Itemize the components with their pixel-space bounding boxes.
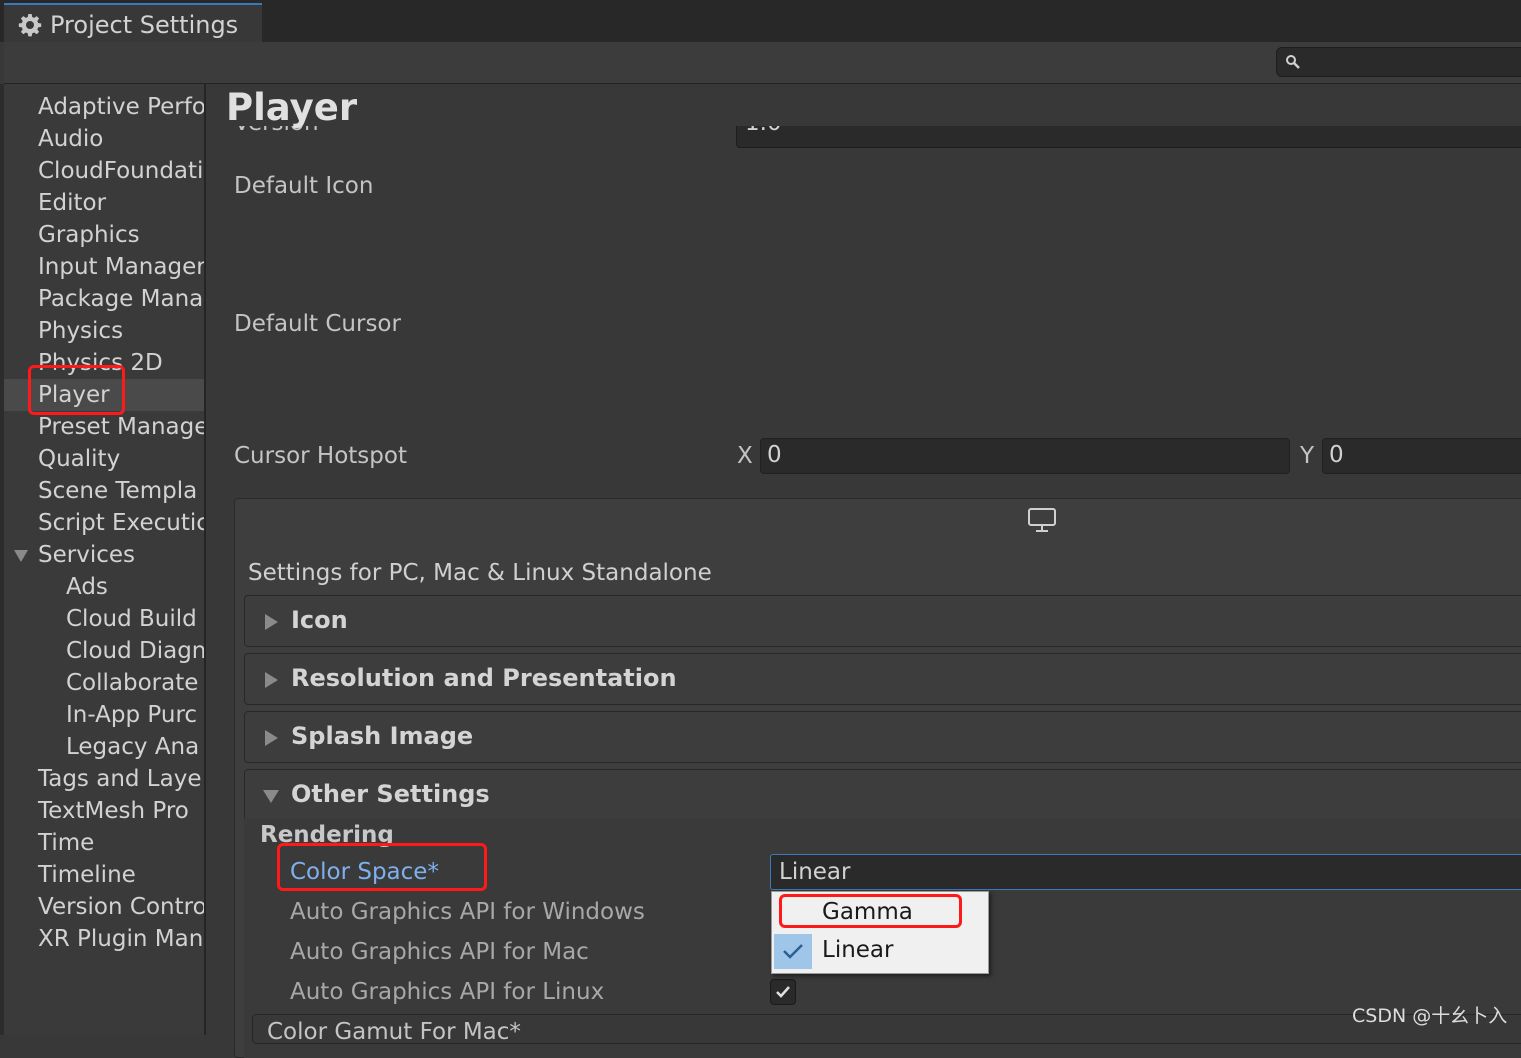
platform-settings-title: Settings for PC, Mac & Linux Standalone — [248, 560, 712, 586]
foldout-resolution-and-presentation[interactable]: Resolution and Presentation — [244, 653, 1521, 705]
sidebar-item-version-control[interactable]: Version Contro — [38, 891, 204, 923]
expand-arrow-icon[interactable] — [14, 550, 28, 562]
sidebar-item-in-app-purchasing[interactable]: In-App Purc — [66, 699, 197, 731]
gear-icon — [18, 14, 42, 37]
collapsed-arrow-icon — [265, 614, 278, 630]
sidebar-item-ads[interactable]: Ads — [66, 571, 108, 603]
auto-graphics-api-mac-label: Auto Graphics API for Mac — [290, 939, 589, 965]
sidebar-item-physics[interactable]: Physics — [38, 315, 123, 347]
sidebar-item-cloud-diagnostics[interactable]: Cloud Diagn — [66, 635, 204, 667]
watermark: CSDN @十幺卜入 — [1352, 1005, 1508, 1027]
sidebar-item-scene-template[interactable]: Scene Templa — [38, 475, 197, 507]
version-field[interactable]: 1.0 — [736, 126, 1521, 148]
auto-graphics-api-windows-label: Auto Graphics API for Windows — [290, 899, 645, 925]
search-icon — [1286, 55, 1300, 69]
sidebar-item-legacy-analytics[interactable]: Legacy Ana — [66, 731, 199, 763]
foldout-icon[interactable]: Icon — [244, 595, 1521, 647]
sidebar-item-quality[interactable]: Quality — [38, 443, 120, 475]
sidebar-item-preset-manager[interactable]: Preset Manage — [38, 411, 204, 443]
sidebar-item-tags-and-layers[interactable]: Tags and Laye — [38, 763, 201, 795]
sidebar-item-package-manager[interactable]: Package Mana — [38, 283, 203, 315]
sidebar-item-graphics[interactable]: Graphics — [38, 219, 140, 251]
collapsed-arrow-icon — [265, 672, 278, 688]
tab-project-settings[interactable]: Project Settings — [4, 3, 262, 42]
search-input[interactable] — [1276, 47, 1521, 77]
auto-graphics-api-linux-checkbox[interactable] — [770, 979, 796, 1005]
expanded-arrow-icon — [263, 790, 279, 803]
tab-title: Project Settings — [50, 11, 239, 39]
collapsed-arrow-icon — [265, 730, 278, 746]
page-title: Player — [226, 86, 358, 129]
color-space-dropdown[interactable]: Linear — [770, 854, 1521, 890]
checkmark-icon — [776, 986, 790, 998]
hotspot-x-label: X — [737, 443, 753, 469]
sidebar-item-audio[interactable]: Audio — [38, 123, 103, 155]
sidebar-item-cloudfoundation[interactable]: CloudFoundati — [38, 155, 203, 187]
version-value: 1.0 — [745, 126, 782, 136]
monitor-icon[interactable] — [1027, 507, 1057, 533]
foldout-label: Icon — [291, 606, 348, 634]
auto-graphics-api-linux-label: Auto Graphics API for Linux — [290, 979, 605, 1005]
sidebar-item-adaptive-performance[interactable]: Adaptive Perfo — [38, 91, 204, 123]
default-icon-label: Default Icon — [234, 173, 374, 199]
sidebar-item-input-manager[interactable]: Input Manager — [38, 251, 204, 283]
highlight-box-gamma — [779, 894, 962, 928]
sidebar-item-editor[interactable]: Editor — [38, 187, 106, 219]
sidebar-item-services[interactable]: Services — [38, 539, 135, 571]
sidebar-item-time[interactable]: Time — [38, 827, 94, 859]
sidebar-item-textmesh-pro[interactable]: TextMesh Pro — [38, 795, 189, 827]
sidebar-item-cloud-build[interactable]: Cloud Build — [66, 603, 197, 635]
highlight-box-player — [28, 365, 125, 415]
sidebar: Adaptive Perfo Audio CloudFoundati Edito… — [4, 84, 204, 1035]
check-highlight — [774, 934, 812, 969]
hotspot-x-field[interactable]: 0 — [760, 438, 1290, 474]
foldout-label: Resolution and Presentation — [291, 664, 677, 692]
foldout-label: Splash Image — [291, 722, 474, 750]
color-gamut-for-mac-list[interactable]: Color Gamut For Mac* — [252, 1014, 1521, 1044]
sidebar-item-collaborate[interactable]: Collaborate — [66, 667, 198, 699]
checkmark-icon — [783, 944, 803, 959]
cursor-hotspot-label: Cursor Hotspot — [234, 443, 407, 469]
hotspot-y-field[interactable]: 0 — [1322, 438, 1521, 474]
sidebar-item-script-execution[interactable]: Script Executic — [38, 507, 204, 539]
default-cursor-label: Default Cursor — [234, 311, 401, 337]
color-gamut-label: Color Gamut For Mac* — [267, 1019, 521, 1044]
highlight-box-color-space — [277, 843, 487, 891]
sidebar-item-xr-plugin-management[interactable]: XR Plugin Man — [38, 923, 203, 955]
sidebar-item-timeline[interactable]: Timeline — [38, 859, 136, 891]
popup-option-linear[interactable]: Linear — [772, 932, 988, 970]
hotspot-y-label: Y — [1300, 443, 1315, 469]
foldout-splash-image[interactable]: Splash Image — [244, 711, 1521, 763]
foldout-label: Other Settings — [291, 780, 490, 808]
popup-option-label: Linear — [822, 937, 894, 963]
